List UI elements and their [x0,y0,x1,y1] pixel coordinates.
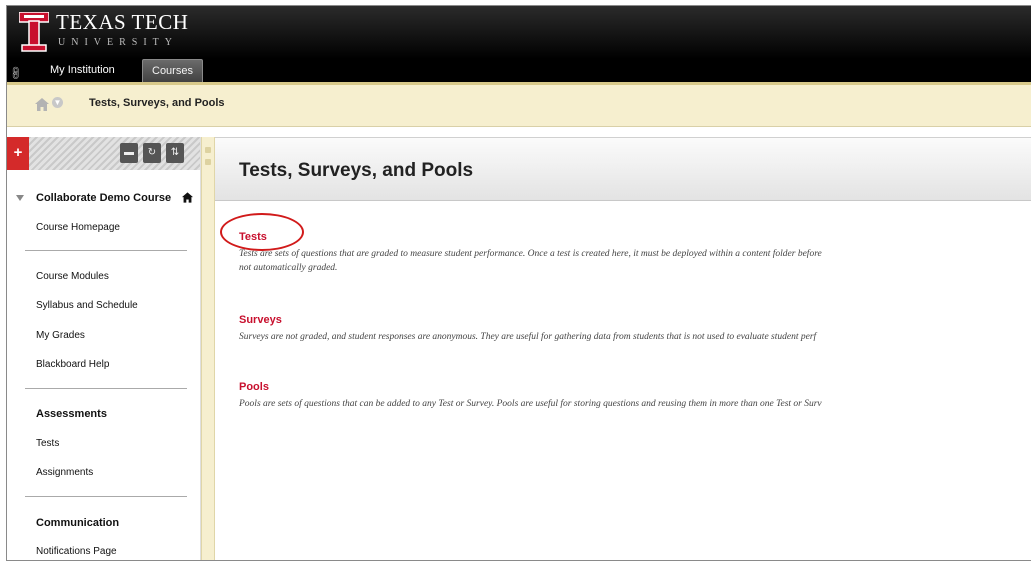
tests-description-cont: not automatically graded. [239,263,338,273]
surveys-link[interactable]: Surveys [239,314,282,326]
main-content: Tests, Surveys, and Pools Tests Tests ar… [215,137,1031,560]
breadcrumb: ▼ Tests, Surveys, and Pools [7,82,1031,127]
collapse-triangle-icon[interactable] [16,195,24,201]
tab-courses[interactable]: Courses [142,59,203,83]
page-title: Tests, Surveys, and Pools [239,160,474,181]
chevron-down-icon[interactable]: ▼ [52,97,63,108]
sidebar-heading-assessments: Assessments [36,408,107,420]
pools-description: Pools are sets of questions that can be … [239,399,822,409]
splitter-grip [205,159,211,165]
sidebar-heading-communication: Communication [36,517,120,529]
display-menu-in-window-button[interactable]: ▬ [120,143,138,163]
sidebar-item-notifications[interactable]: Notifications Page [36,546,117,557]
course-menu: + ▬ ↻ ⇅ Collaborate Demo Course Course H… [7,137,201,560]
brand-subtitle: UNIVERSITY [58,37,178,48]
menu-splitter-handle[interactable] [201,137,215,560]
texas-tech-logo-icon[interactable] [19,12,49,52]
breadcrumb-current: Tests, Surveys, and Pools [89,97,225,109]
sidebar-item-assignments[interactable]: Assignments [36,467,93,478]
sidebar-item-tests[interactable]: Tests [36,438,59,449]
surveys-description: Surveys are not graded, and student resp… [239,332,817,342]
tests-description: Tests are sets of questions that are gra… [239,249,822,259]
sidebar-divider [25,496,187,497]
sidebar-item-course-homepage[interactable]: Course Homepage [36,222,120,233]
sidebar-item-my-grades[interactable]: My Grades [36,330,85,341]
top-header: TEXAS TECH UNIVERSITY 🔗︎ My Institution … [7,6,1031,83]
home-icon[interactable] [35,98,49,111]
sidebar-divider [25,388,187,389]
tab-my-institution[interactable]: My Institution [41,59,124,82]
brand-title: TEXAS TECH [56,10,189,34]
course-name[interactable]: Collaborate Demo Course [36,192,171,204]
link-icon[interactable]: 🔗︎ [8,65,25,82]
reorder-icon[interactable]: ⇅ [166,143,184,163]
splitter-grip [205,147,211,153]
sidebar-divider [25,250,187,251]
app-window: TEXAS TECH UNIVERSITY 🔗︎ My Institution … [6,5,1031,561]
pools-link[interactable]: Pools [239,381,269,393]
sidebar-item-course-modules[interactable]: Course Modules [36,271,109,282]
sidebar-item-syllabus[interactable]: Syllabus and Schedule [36,300,138,311]
page-header: Tests, Surveys, and Pools [215,137,1031,201]
add-menu-item-button[interactable]: + [7,137,29,170]
refresh-icon[interactable]: ↻ [143,143,161,163]
course-home-icon[interactable] [182,192,193,203]
sidebar-item-blackboard-help[interactable]: Blackboard Help [36,359,109,370]
tests-link[interactable]: Tests [239,231,267,243]
course-menu-toolbar: + ▬ ↻ ⇅ [7,137,200,170]
